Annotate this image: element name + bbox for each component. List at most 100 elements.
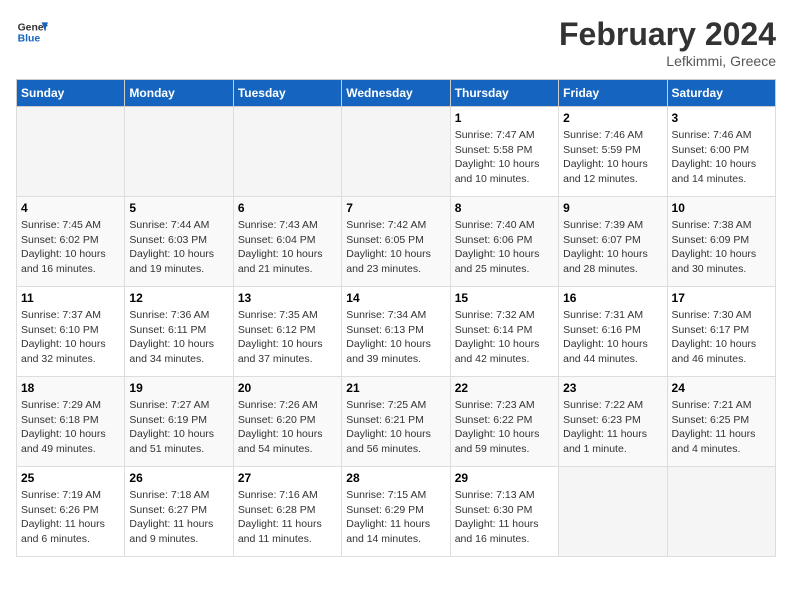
- day-number: 17: [672, 291, 771, 305]
- day-number: 28: [346, 471, 445, 485]
- day-info: Sunrise: 7:47 AM Sunset: 5:58 PM Dayligh…: [455, 128, 554, 187]
- calendar-week-row: 1 Sunrise: 7:47 AM Sunset: 5:58 PM Daylig…: [17, 107, 776, 197]
- day-number: 4: [21, 201, 120, 215]
- calendar-day-cell: [559, 467, 667, 557]
- day-info: Sunrise: 7:29 AM Sunset: 6:18 PM Dayligh…: [21, 398, 120, 457]
- day-info: Sunrise: 7:42 AM Sunset: 6:05 PM Dayligh…: [346, 218, 445, 277]
- calendar-day-cell: 22 Sunrise: 7:23 AM Sunset: 6:22 PM Dayli…: [450, 377, 558, 467]
- day-number: 26: [129, 471, 228, 485]
- calendar-day-cell: 18Sunrise: 7:29 AM Sunset: 6:18 PM Dayli…: [17, 377, 125, 467]
- day-number: 15: [455, 291, 554, 305]
- calendar-day-cell: 16 Sunrise: 7:31 AM Sunset: 6:16 PM Dayli…: [559, 287, 667, 377]
- calendar-day-cell: 1 Sunrise: 7:47 AM Sunset: 5:58 PM Daylig…: [450, 107, 558, 197]
- calendar-day-cell: 2 Sunrise: 7:46 AM Sunset: 5:59 PM Daylig…: [559, 107, 667, 197]
- weekday-header-row: SundayMondayTuesdayWednesdayThursdayFrid…: [17, 80, 776, 107]
- calendar-week-row: 4 Sunrise: 7:45 AM Sunset: 6:02 PM Daylig…: [17, 197, 776, 287]
- calendar-body: 1 Sunrise: 7:47 AM Sunset: 5:58 PM Daylig…: [17, 107, 776, 557]
- day-number: 21: [346, 381, 445, 395]
- day-info: Sunrise: 7:23 AM Sunset: 6:22 PM Dayligh…: [455, 398, 554, 457]
- day-number: 23: [563, 381, 662, 395]
- calendar-day-cell: [342, 107, 450, 197]
- calendar-day-cell: [125, 107, 233, 197]
- calendar-day-cell: 20 Sunrise: 7:26 AM Sunset: 6:20 PM Dayli…: [233, 377, 341, 467]
- calendar-day-cell: 27Sunrise: 7:16 AM Sunset: 6:28 PM Dayli…: [233, 467, 341, 557]
- weekday-header-cell: Monday: [125, 80, 233, 107]
- day-number: 11: [21, 291, 120, 305]
- day-number: 22: [455, 381, 554, 395]
- calendar-day-cell: 17Sunrise: 7:30 AM Sunset: 6:17 PM Dayli…: [667, 287, 775, 377]
- calendar-day-cell: 15 Sunrise: 7:32 AM Sunset: 6:14 PM Dayli…: [450, 287, 558, 377]
- calendar-day-cell: 28 Sunrise: 7:15 AM Sunset: 6:29 PM Dayli…: [342, 467, 450, 557]
- day-number: 6: [238, 201, 337, 215]
- calendar-day-cell: 4 Sunrise: 7:45 AM Sunset: 6:02 PM Daylig…: [17, 197, 125, 287]
- day-number: 10: [672, 201, 771, 215]
- calendar-day-cell: 3 Sunrise: 7:46 AM Sunset: 6:00 PM Daylig…: [667, 107, 775, 197]
- day-info: Sunrise: 7:46 AM Sunset: 5:59 PM Dayligh…: [563, 128, 662, 187]
- calendar-day-cell: 14 Sunrise: 7:34 AM Sunset: 6:13 PM Dayli…: [342, 287, 450, 377]
- day-number: 9: [563, 201, 662, 215]
- day-number: 24: [672, 381, 771, 395]
- calendar-day-cell: 13 Sunrise: 7:35 AM Sunset: 6:12 PM Dayli…: [233, 287, 341, 377]
- day-number: 16: [563, 291, 662, 305]
- weekday-header-cell: Friday: [559, 80, 667, 107]
- calendar-week-row: 11 Sunrise: 7:37 AM Sunset: 6:10 PM Dayli…: [17, 287, 776, 377]
- day-info: Sunrise: 7:44 AM Sunset: 6:03 PM Dayligh…: [129, 218, 228, 277]
- calendar-day-cell: [667, 467, 775, 557]
- calendar-day-cell: 6 Sunrise: 7:43 AM Sunset: 6:04 PM Daylig…: [233, 197, 341, 287]
- day-info: Sunrise: 7:37 AM Sunset: 6:10 PM Dayligh…: [21, 308, 120, 367]
- calendar-day-cell: 12Sunrise: 7:36 AM Sunset: 6:11 PM Dayli…: [125, 287, 233, 377]
- day-info: Sunrise: 7:46 AM Sunset: 6:00 PM Dayligh…: [672, 128, 771, 187]
- calendar-day-cell: 25 Sunrise: 7:19 AM Sunset: 6:26 PM Dayli…: [17, 467, 125, 557]
- calendar-table: SundayMondayTuesdayWednesdayThursdayFrid…: [16, 79, 776, 557]
- calendar-week-row: 18Sunrise: 7:29 AM Sunset: 6:18 PM Dayli…: [17, 377, 776, 467]
- calendar-day-cell: 29Sunrise: 7:13 AM Sunset: 6:30 PM Dayli…: [450, 467, 558, 557]
- title-block: February 2024 Lefkimmi, Greece: [559, 16, 776, 69]
- day-info: Sunrise: 7:27 AM Sunset: 6:19 PM Dayligh…: [129, 398, 228, 457]
- day-info: Sunrise: 7:32 AM Sunset: 6:14 PM Dayligh…: [455, 308, 554, 367]
- day-number: 19: [129, 381, 228, 395]
- weekday-header-cell: Sunday: [17, 80, 125, 107]
- day-info: Sunrise: 7:31 AM Sunset: 6:16 PM Dayligh…: [563, 308, 662, 367]
- page-header: General Blue February 2024 Lefkimmi, Gre…: [16, 16, 776, 69]
- calendar-day-cell: 26Sunrise: 7:18 AM Sunset: 6:27 PM Dayli…: [125, 467, 233, 557]
- day-info: Sunrise: 7:26 AM Sunset: 6:20 PM Dayligh…: [238, 398, 337, 457]
- weekday-header-cell: Thursday: [450, 80, 558, 107]
- calendar-day-cell: 9 Sunrise: 7:39 AM Sunset: 6:07 PM Daylig…: [559, 197, 667, 287]
- day-number: 2: [563, 111, 662, 125]
- day-info: Sunrise: 7:38 AM Sunset: 6:09 PM Dayligh…: [672, 218, 771, 277]
- day-number: 5: [129, 201, 228, 215]
- day-number: 8: [455, 201, 554, 215]
- day-info: Sunrise: 7:19 AM Sunset: 6:26 PM Dayligh…: [21, 488, 120, 547]
- day-number: 13: [238, 291, 337, 305]
- day-number: 3: [672, 111, 771, 125]
- calendar-day-cell: 23 Sunrise: 7:22 AM Sunset: 6:23 PM Dayli…: [559, 377, 667, 467]
- calendar-day-cell: 10 Sunrise: 7:38 AM Sunset: 6:09 PM Dayli…: [667, 197, 775, 287]
- logo: General Blue: [16, 16, 48, 48]
- location-label: Lefkimmi, Greece: [559, 53, 776, 69]
- day-number: 25: [21, 471, 120, 485]
- svg-text:Blue: Blue: [18, 34, 41, 45]
- calendar-day-cell: 5 Sunrise: 7:44 AM Sunset: 6:03 PM Daylig…: [125, 197, 233, 287]
- day-number: 14: [346, 291, 445, 305]
- day-info: Sunrise: 7:35 AM Sunset: 6:12 PM Dayligh…: [238, 308, 337, 367]
- day-info: Sunrise: 7:45 AM Sunset: 6:02 PM Dayligh…: [21, 218, 120, 277]
- day-info: Sunrise: 7:34 AM Sunset: 6:13 PM Dayligh…: [346, 308, 445, 367]
- calendar-day-cell: [17, 107, 125, 197]
- day-number: 7: [346, 201, 445, 215]
- calendar-day-cell: 24 Sunrise: 7:21 AM Sunset: 6:25 PM Dayli…: [667, 377, 775, 467]
- calendar-day-cell: [233, 107, 341, 197]
- weekday-header-cell: Wednesday: [342, 80, 450, 107]
- day-info: Sunrise: 7:15 AM Sunset: 6:29 PM Dayligh…: [346, 488, 445, 547]
- day-info: Sunrise: 7:39 AM Sunset: 6:07 PM Dayligh…: [563, 218, 662, 277]
- day-info: Sunrise: 7:25 AM Sunset: 6:21 PM Dayligh…: [346, 398, 445, 457]
- logo-icon: General Blue: [16, 16, 48, 48]
- weekday-header-cell: Saturday: [667, 80, 775, 107]
- day-info: Sunrise: 7:22 AM Sunset: 6:23 PM Dayligh…: [563, 398, 662, 457]
- day-info: Sunrise: 7:16 AM Sunset: 6:28 PM Dayligh…: [238, 488, 337, 547]
- day-number: 20: [238, 381, 337, 395]
- day-info: Sunrise: 7:36 AM Sunset: 6:11 PM Dayligh…: [129, 308, 228, 367]
- day-info: Sunrise: 7:21 AM Sunset: 6:25 PM Dayligh…: [672, 398, 771, 457]
- calendar-day-cell: 8Sunrise: 7:40 AM Sunset: 6:06 PM Daylig…: [450, 197, 558, 287]
- day-number: 1: [455, 111, 554, 125]
- day-info: Sunrise: 7:43 AM Sunset: 6:04 PM Dayligh…: [238, 218, 337, 277]
